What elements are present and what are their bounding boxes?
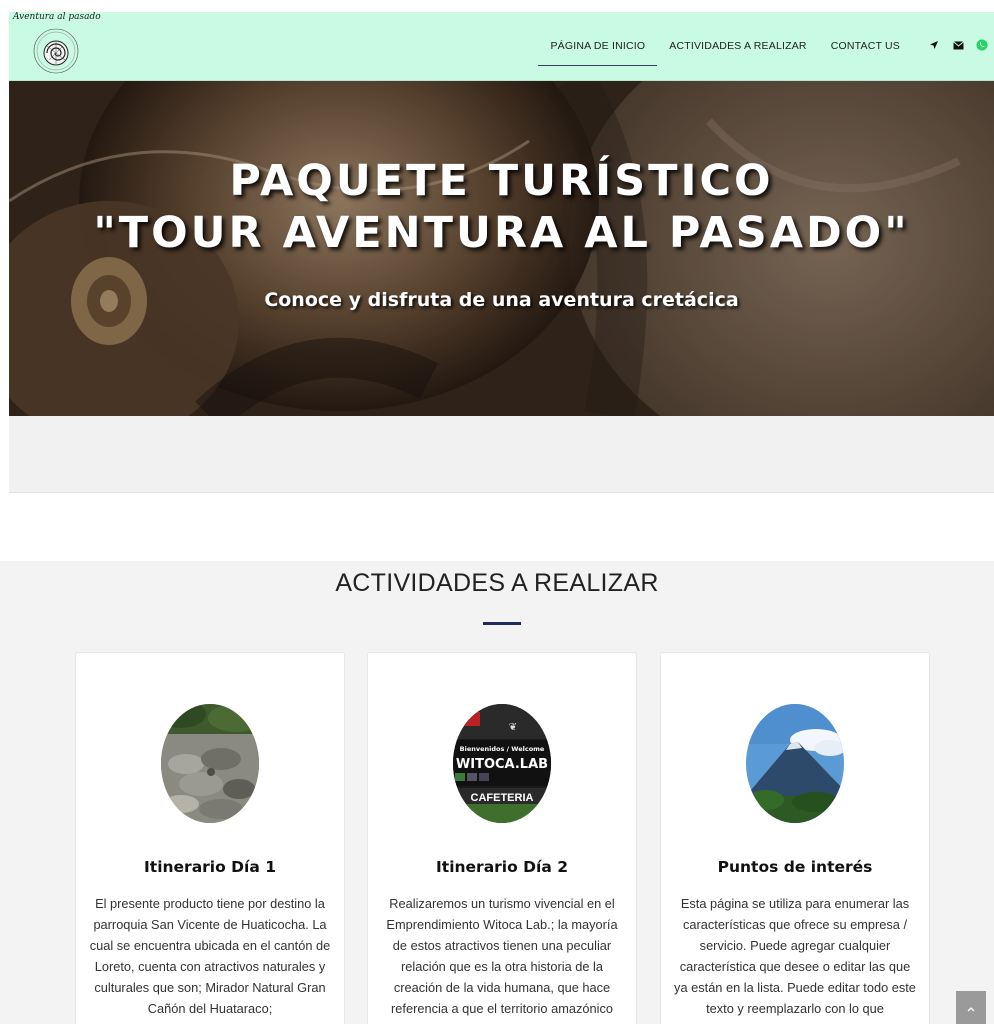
- sign-welcome-text: Bienvenidos / Welcome: [460, 745, 545, 753]
- hero-title-line1: PAQUETE TURÍSTICO: [229, 156, 774, 206]
- ammonite-logo-icon[interactable]: [23, 26, 89, 76]
- card-text: El presente producto tiene por destino l…: [89, 896, 331, 1016]
- svg-text:❦: ❦: [509, 722, 517, 733]
- site-header: Aventura al pasado PÁGINA DE INICIO ACTI…: [9, 12, 994, 81]
- activities-section: ACTIVIDADES A REALIZAR Itinerario Día 1 …: [0, 561, 994, 1024]
- rocky-canyon-photo: [161, 704, 259, 823]
- card-title: Itinerario Día 1: [144, 858, 276, 876]
- whatsapp-icon[interactable]: [976, 39, 988, 51]
- section-title-underline: [483, 622, 521, 625]
- sign-cafeteria-text: CAFETERIA: [471, 792, 534, 804]
- card-text: Esta página se utiliza para enumerar las…: [674, 896, 916, 1016]
- main-nav: PÁGINA DE INICIO ACTIVIDADES A REALIZAR …: [538, 38, 912, 66]
- nav-inicio[interactable]: PÁGINA DE INICIO: [538, 38, 658, 66]
- hero-title-line2: "TOUR AVENTURA AL PASADO": [93, 208, 910, 258]
- card-title: Puntos de interés: [717, 858, 873, 876]
- volcano-photo: [746, 704, 844, 823]
- chevron-up-icon: [967, 1001, 975, 1015]
- brand-script-title[interactable]: Aventura al pasado: [13, 12, 101, 22]
- sign-witoca-text: WITOCA.LAB: [456, 757, 548, 772]
- envelope-icon[interactable]: [952, 39, 964, 51]
- social-icons: [928, 39, 988, 51]
- card-itinerario-dia-2: ❦ Bienvenidos / Welcome WITOCA.LAB CAFET…: [367, 652, 637, 1024]
- card-itinerario-dia-1: Itinerario Día 1 El presente producto ti…: [75, 652, 345, 1024]
- scroll-to-top-button[interactable]: [956, 991, 986, 1024]
- hero-subtitle: Conoce y disfruta de una aventura cretác…: [264, 289, 739, 311]
- hero-banner: PAQUETE TURÍSTICO "TOUR AVENTURA AL PASA…: [9, 81, 994, 416]
- card-title: Itinerario Día 2: [436, 858, 568, 876]
- card-puntos-de-interes: Puntos de interés Esta página se utiliza…: [660, 652, 930, 1024]
- card-text: Realizaremos un turismo vivencial en el …: [386, 896, 618, 1016]
- hero-title: PAQUETE TURÍSTICO "TOUR AVENTURA AL PASA…: [9, 155, 994, 259]
- nav-contact[interactable]: CONTACT US: [819, 38, 912, 66]
- witoca-lab-sign-photo: ❦ Bienvenidos / Welcome WITOCA.LAB CAFET…: [453, 704, 551, 823]
- nav-actividades[interactable]: ACTIVIDADES A REALIZAR: [657, 38, 818, 66]
- hero-bottom-strip: [9, 416, 994, 493]
- section-title: ACTIVIDADES A REALIZAR: [335, 569, 659, 597]
- location-arrow-icon[interactable]: [928, 39, 940, 51]
